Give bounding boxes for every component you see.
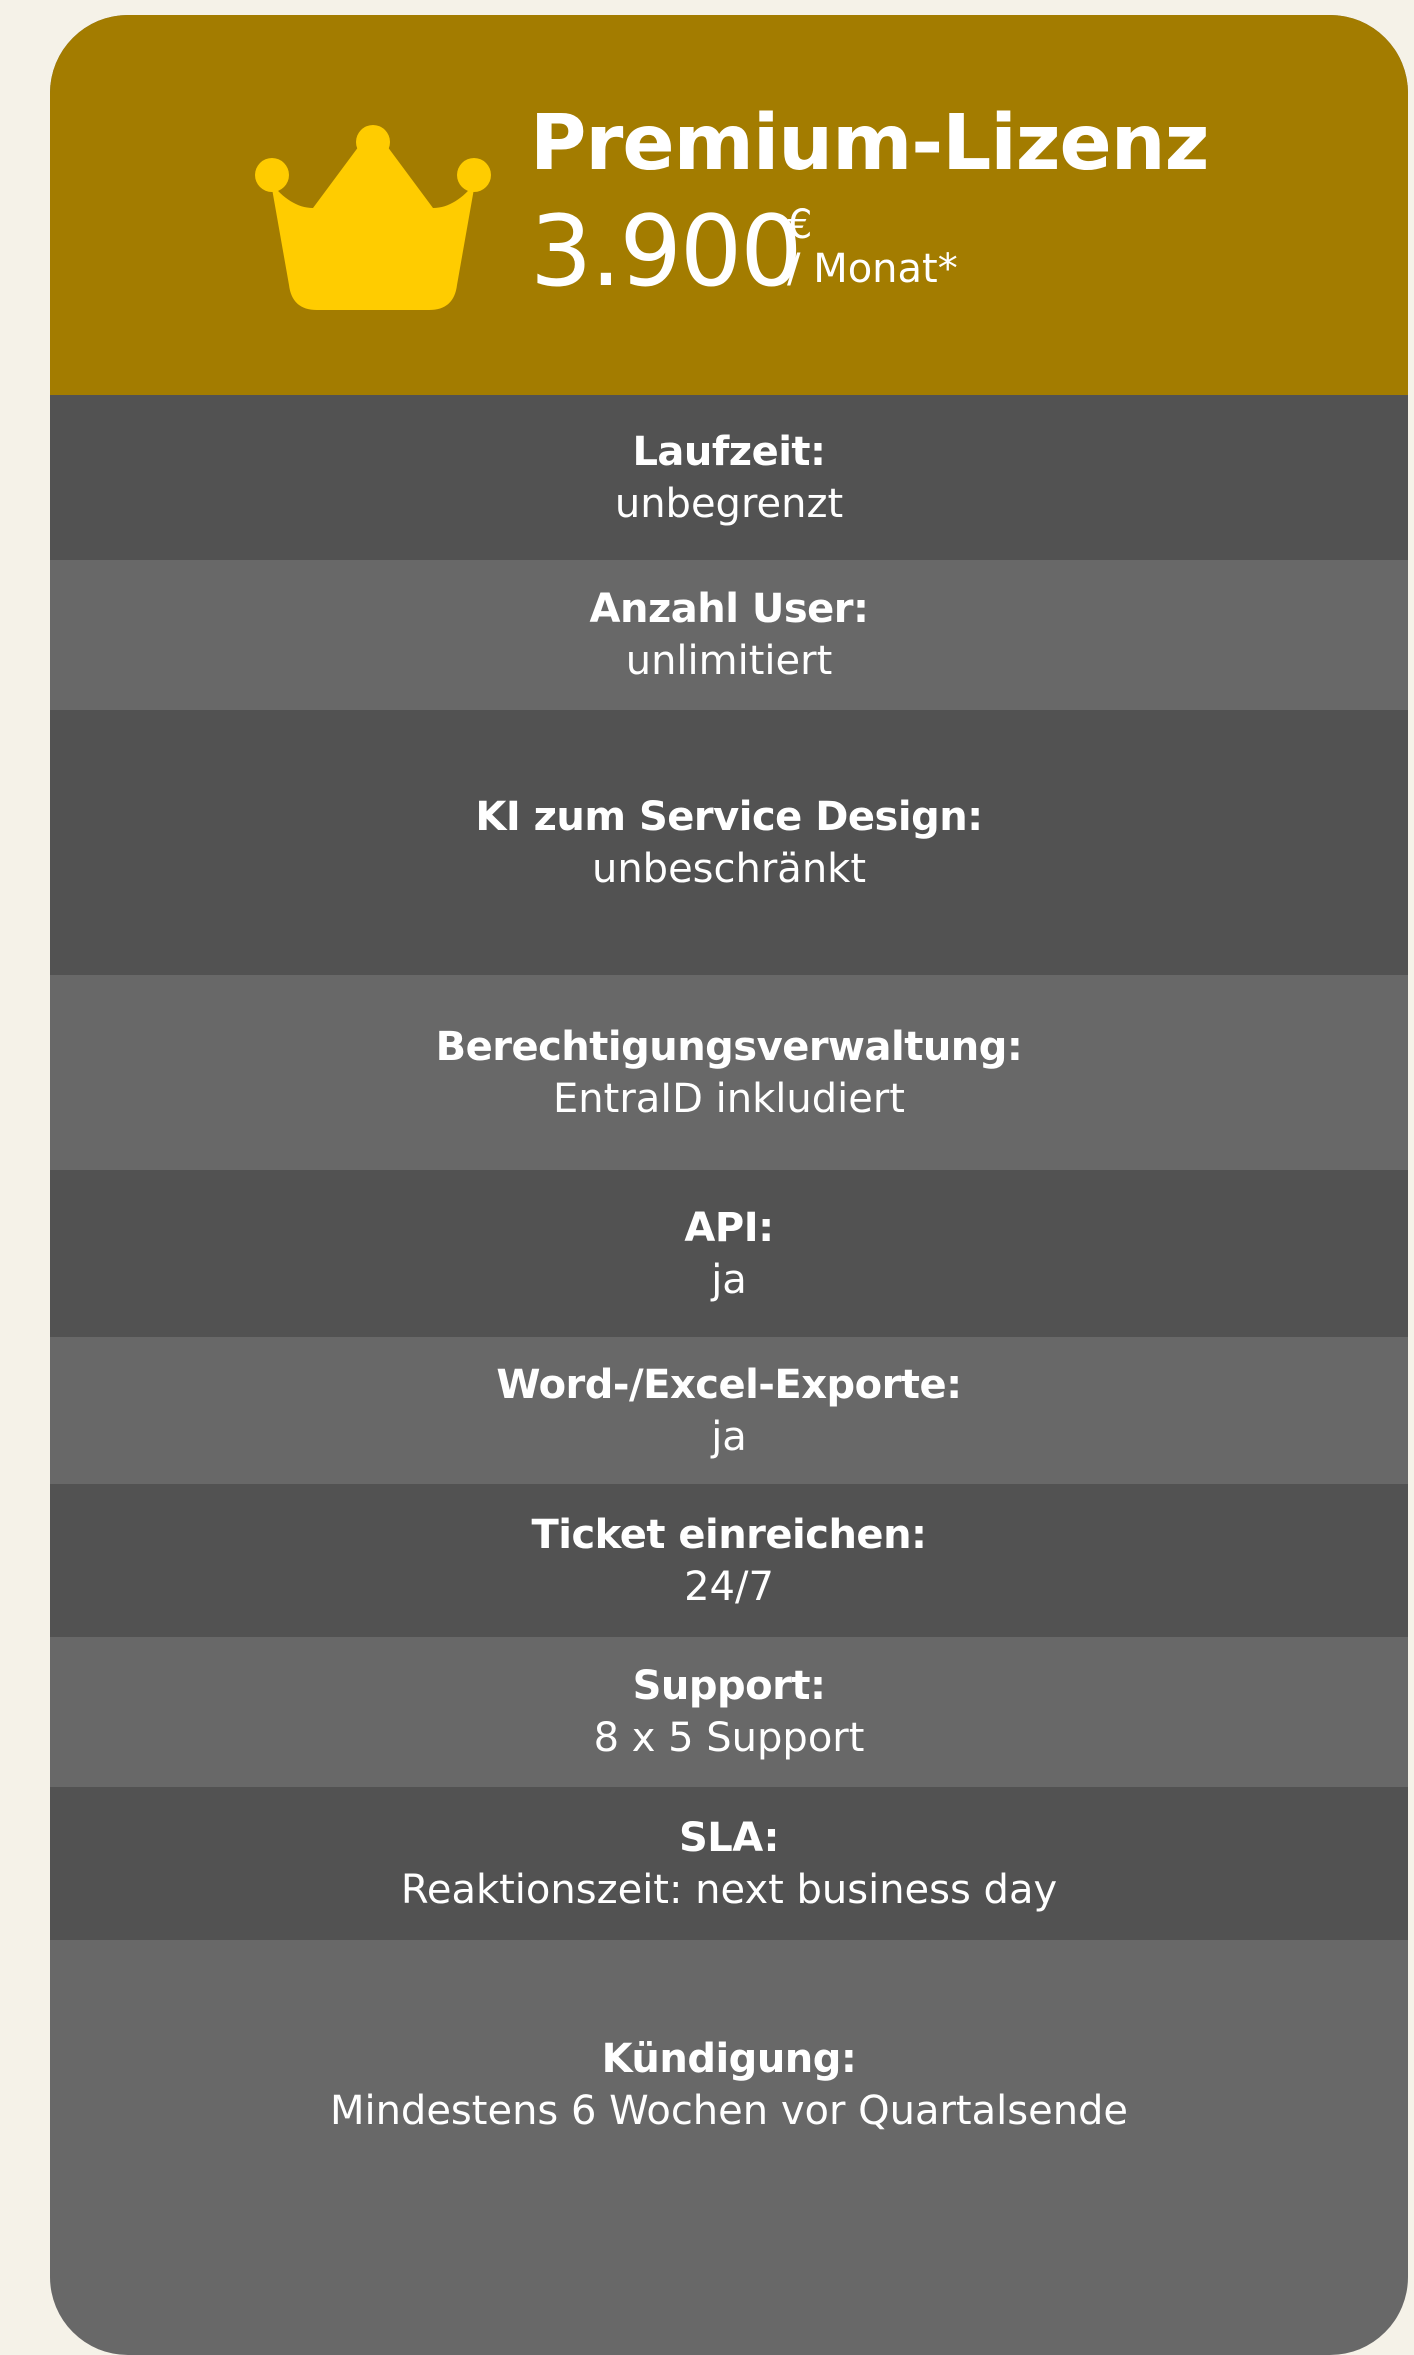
feature-value: 24/7 — [684, 1563, 774, 1610]
feature-row-ticket-einreichen: Ticket einreichen: 24/7 — [50, 1484, 1408, 1637]
feature-label: Ticket einreichen: — [531, 1511, 927, 1558]
card-header: Premium-Lizenz 3.900 € / Monat* — [50, 15, 1408, 395]
price-period: / Monat* — [787, 246, 958, 292]
feature-value: unlimitiert — [625, 638, 833, 684]
feature-label: Support: — [632, 1663, 826, 1709]
feature-row-ki-service-design: KI zum Service Design: unbeschränkt — [50, 710, 1408, 975]
feature-row-anzahl-user: Anzahl User: unlimitiert — [50, 560, 1408, 710]
feature-label: Berechtigungsverwaltung: — [435, 1023, 1023, 1070]
pricing-card: Premium-Lizenz 3.900 € / Monat* Laufzeit… — [50, 15, 1408, 2355]
feature-value: ja — [711, 1256, 747, 1303]
feature-row-laufzeit: Laufzeit: unbegrenzt — [50, 395, 1408, 560]
feature-row-word-excel-exporte: Word-/Excel-Exporte: ja — [50, 1337, 1408, 1484]
feature-label: Word-/Excel-Exporte: — [496, 1361, 962, 1408]
feature-value: ja — [711, 1413, 747, 1460]
price-currency: € — [787, 202, 813, 248]
feature-row-api: API: ja — [50, 1170, 1408, 1337]
feature-label: Kündigung: — [601, 2036, 857, 2082]
feature-row-support: Support: 8 x 5 Support — [50, 1637, 1408, 1787]
feature-label: API: — [684, 1204, 774, 1251]
feature-row-berechtigungsverwaltung: Berechtigungsverwaltung: EntraID inkludi… — [50, 975, 1408, 1170]
crown-icon — [255, 125, 491, 310]
feature-label: Anzahl User: — [589, 586, 869, 632]
plan-title: Premium-Lizenz — [530, 99, 1209, 188]
feature-row-sla: SLA: Reaktionszeit: next business day — [50, 1787, 1408, 1940]
feature-value: Mindestens 6 Wochen vor Quartalsende — [329, 2088, 1129, 2134]
feature-label: Laufzeit: — [632, 428, 826, 475]
price-amount: 3.900 — [530, 195, 803, 309]
feature-value: Reaktionszeit: next business day — [400, 1866, 1058, 1913]
feature-value: unbeschränkt — [591, 845, 867, 892]
feature-value: unbegrenzt — [614, 480, 844, 527]
feature-value: 8 x 5 Support — [593, 1715, 865, 1761]
feature-label: SLA: — [679, 1814, 780, 1861]
feature-row-kuendigung: Kündigung: Mindestens 6 Wochen vor Quart… — [50, 1940, 1408, 2230]
feature-label: KI zum Service Design: — [475, 793, 983, 840]
feature-value: EntraID inkludiert — [553, 1075, 905, 1122]
